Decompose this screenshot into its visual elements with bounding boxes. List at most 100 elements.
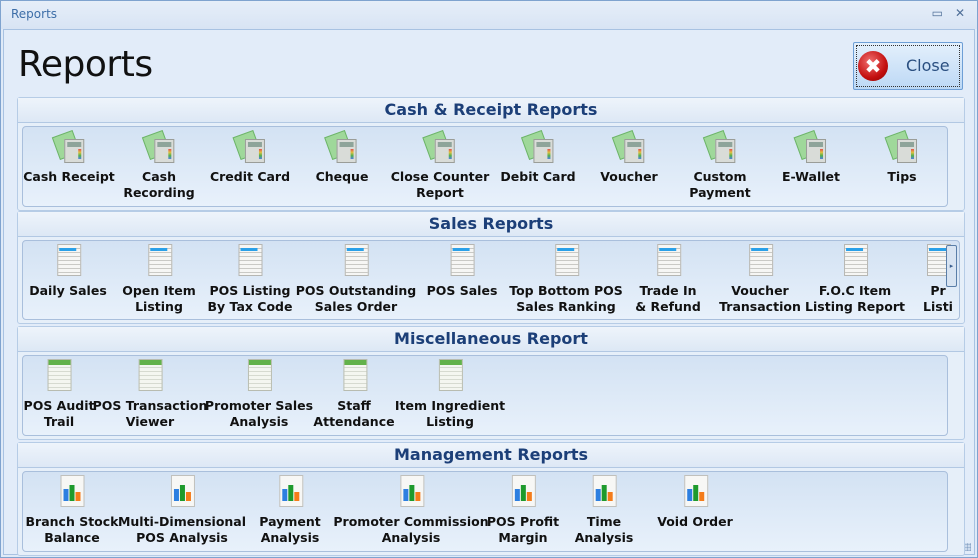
report-item[interactable]: Cheque [315,129,369,201]
report-item[interactable]: Top Bottom POS Sales Ranking [509,243,623,315]
report-item-label: Cash [142,169,176,184]
report-item-label: Listing [426,414,474,429]
report-item-label: Cheque [315,169,369,184]
report-item-label: Listing [135,299,183,314]
report-item-label: Tips [887,169,917,184]
table-report-icon [233,243,267,277]
close-button-label: Close [906,56,950,75]
icon-part [532,139,553,163]
report-item-label: Attendance [313,414,395,429]
report-item[interactable]: Trade In & Refund [635,243,701,315]
report-item[interactable]: Custom Payment [689,129,751,201]
section-items: Cash Receipt Cash Recording Credit Card Ch… [22,126,948,207]
icon-part [520,485,526,501]
report-item[interactable]: POS Sales [426,243,498,315]
report-item-label: Payment [689,185,751,200]
report-item[interactable]: Open Item Listing [122,243,196,315]
icon-part [185,492,191,501]
icon-part [344,244,369,276]
report-item-label: POS Outstanding [295,283,417,298]
report-item[interactable]: Voucher [600,129,658,201]
icon-part [294,492,299,501]
icon-part [415,492,420,501]
calculator-receipt-icon [141,129,176,163]
window-title: Reports [11,7,58,21]
icon-part [244,139,265,163]
icon-part [337,139,357,163]
report-item-label: Transaction [719,299,801,314]
table-report-icon [743,243,777,277]
report-item[interactable]: Multi-Dimensional POS Analysis [118,474,246,546]
icon-part [806,139,826,163]
report-item[interactable]: Promoter Sales Analysis [205,358,313,430]
close-x-icon: ✖ [858,51,888,81]
report-item[interactable]: Promoter Commission Analysis [333,474,489,546]
report-item[interactable]: F.O.C Item Listing Report [805,243,905,315]
report-item[interactable]: Cash Receipt [23,129,115,201]
section-header: Sales Reports [18,212,964,237]
window-close-icon[interactable]: ✕ [955,6,965,20]
icon-part [138,359,163,391]
report-item[interactable]: Void Order [657,474,733,546]
icon-part [247,359,272,391]
report-item-label: POS Audit [23,398,95,413]
icon-part [607,492,613,501]
report-item-label [29,299,107,315]
report-item-label: Custom [693,169,747,184]
report-item-label [657,530,733,546]
calculator-receipt-icon [793,129,828,163]
report-item-label: Listing Report [805,299,905,314]
report-item[interactable]: Item Ingredient Listing [395,358,505,430]
report-item[interactable]: E-Wallet [782,129,840,201]
report-item[interactable]: POS Transaction Viewer [93,358,207,430]
report-item[interactable]: POS Listing By Tax Code [208,243,292,315]
report-item-label: Analysis [260,530,320,545]
section-sales: Sales Reports Daily Sales Open Item Listi… [17,211,965,324]
icon-part [686,489,692,501]
report-item-label: Sales Order [314,299,398,314]
icon-part [601,485,607,501]
calculator-receipt-icon [611,129,646,163]
report-item-label: Branch Stock [25,514,119,529]
icon-part [656,244,681,276]
report-item-label: POS Profit [486,514,560,529]
report-item-label [600,185,657,201]
icon-part [514,489,520,501]
table-report-icon [651,243,685,277]
bar-chart-report-icon [165,474,199,508]
report-item[interactable]: Tips [884,129,919,201]
calculator-receipt-icon [232,129,267,163]
section-header: Miscellaneous Report [18,327,964,352]
report-item-label: & Refund [635,299,701,314]
icon-part [69,485,75,501]
report-item[interactable]: Close Counter Report [391,129,489,201]
report-item[interactable]: Branch Stock Balance [25,474,119,546]
report-item-label: Daily Sales [29,283,107,298]
icon-part [153,139,174,163]
table-report-icon [51,243,85,277]
spreadsheet-icon [42,358,76,392]
report-item[interactable]: POS Audit Trail [23,358,95,430]
title-bar: Reports ▭ ✕ [1,1,977,29]
report-item[interactable]: Daily Sales [29,243,107,315]
report-item-label: Sales Ranking [516,299,616,314]
report-item-label: Trail [43,414,75,429]
report-item[interactable]: Payment Analysis [259,474,321,546]
report-item-label: POS Sales [426,283,498,298]
report-item[interactable]: POS Profit Margin [487,474,559,546]
section-items: Branch Stock Balance Multi-Dimensional POS … [22,471,948,552]
scroll-right-button[interactable]: ▸ [946,245,957,287]
report-item[interactable]: Staff Attendance [313,358,395,430]
report-item[interactable]: POS Outstanding Sales Order [296,243,416,315]
bar-chart-report-icon [678,474,712,508]
report-item[interactable]: Time Analysis [575,474,633,546]
report-item[interactable]: Debit Card [500,129,576,201]
report-item[interactable]: Cash Recording [123,129,195,201]
restore-icon[interactable]: ▭ [932,6,943,20]
report-item[interactable]: Voucher Transaction [719,243,801,315]
icon-part [554,244,579,276]
report-item[interactable]: Credit Card [210,129,290,201]
icon-part [897,139,917,163]
report-item-label [210,185,290,201]
close-button[interactable]: ✖ Close [853,42,963,90]
